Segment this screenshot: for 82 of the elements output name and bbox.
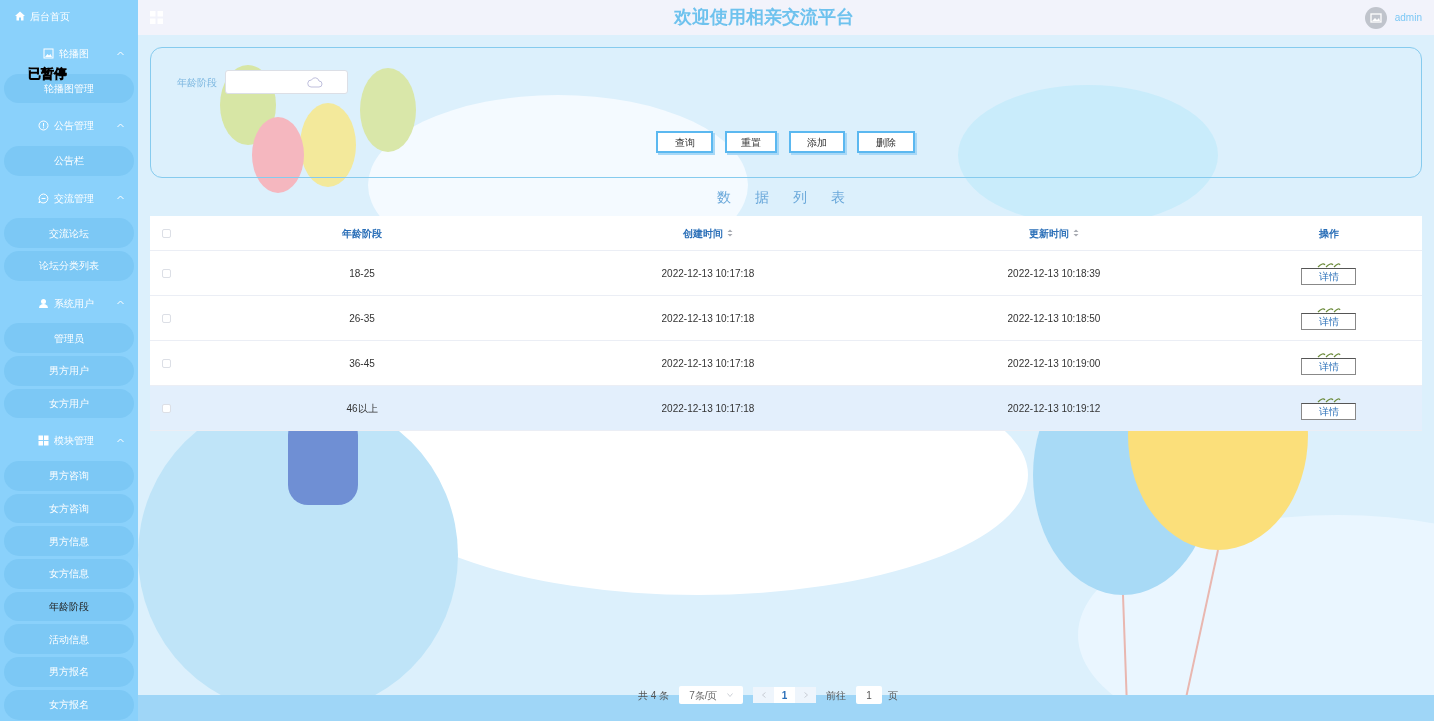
table-cell-text: 2022-12-13 10:17:18	[661, 311, 755, 326]
table-cell-text: 2022-12-13 10:18:39	[1007, 266, 1101, 281]
menu-group[interactable]: 模块管理	[0, 421, 138, 460]
checkbox[interactable]	[161, 228, 171, 238]
avatar-icon[interactable]	[1364, 6, 1387, 29]
action-button[interactable]: 添加	[789, 131, 845, 153]
detail-button[interactable]: 详情	[1301, 403, 1356, 420]
checkbox[interactable]	[161, 313, 171, 323]
sidebar-item[interactable]: 女方报名	[4, 689, 134, 720]
table-cell-text: 18-25	[349, 266, 375, 281]
sidebar-item[interactable]: 男方用户	[4, 356, 134, 386]
sidebar-item[interactable]: 年龄阶段	[4, 591, 134, 622]
user-icon	[38, 297, 49, 309]
vine-icon	[1316, 306, 1341, 313]
sort-icon[interactable]	[1073, 229, 1079, 237]
sidebar-item[interactable]: 公告栏	[4, 146, 134, 176]
sidebar-item[interactable]: 男方报名	[4, 657, 134, 687]
sidebar-item[interactable]: 管理员	[4, 323, 134, 354]
sidebar-item[interactable]: 男方信息	[4, 526, 134, 557]
table-cell-text: 2022-12-13 10:18:50	[1007, 311, 1101, 326]
chevron-down-icon	[727, 693, 734, 697]
prev-page-button[interactable]	[753, 687, 775, 703]
checkbox[interactable]	[161, 358, 171, 368]
list-title: 数 据 列 表	[717, 187, 855, 207]
page-unit: 页	[888, 688, 899, 703]
column-header[interactable]: 操作	[1318, 225, 1339, 241]
sidebar-item[interactable]: 活动信息	[4, 624, 134, 655]
detail-button[interactable]: 详情	[1301, 358, 1356, 375]
column-header[interactable]: 年龄阶段	[342, 225, 382, 241]
checkbox[interactable]	[161, 268, 171, 278]
sidebar-item-label: 后台首页	[30, 9, 70, 24]
column-header[interactable]: 创建时间	[683, 225, 723, 241]
cloud-icon	[307, 76, 323, 88]
table-cell-text: 2022-12-13 10:19:12	[1007, 401, 1101, 416]
sidebar-item[interactable]: 女方咨询	[4, 493, 134, 524]
page-title: 欢迎使用相亲交流平台	[673, 6, 854, 29]
chevron-right-icon	[803, 692, 808, 698]
checkbox[interactable]	[161, 403, 171, 413]
table-cell-text: 2022-12-13 10:17:18	[661, 356, 755, 371]
field-label: 年龄阶段	[177, 75, 217, 90]
grid-icon	[38, 435, 49, 447]
table-cell-text: 46以上	[346, 401, 378, 416]
menu-group[interactable]: 系统用户	[0, 284, 138, 322]
page-size-label: 7条/页	[689, 688, 718, 703]
vine-icon	[1316, 261, 1341, 268]
action-button[interactable]: 查询	[656, 131, 713, 153]
table-cell-text: 2022-12-13 10:17:18	[661, 401, 755, 416]
sidebar-item[interactable]: 后台首页	[0, 0, 138, 33]
action-button[interactable]: 删除	[857, 131, 915, 153]
username[interactable]: admin	[1394, 10, 1422, 25]
menu-group[interactable]: 公告管理	[0, 106, 138, 145]
menu-group[interactable]: 交流管理	[0, 179, 138, 217]
vine-icon	[1316, 351, 1341, 358]
table-cell-text: 2022-12-13 10:19:00	[1007, 356, 1101, 371]
detail-button[interactable]: 详情	[1301, 313, 1356, 330]
sort-icon[interactable]	[727, 229, 733, 237]
total-count: 共 4 条	[638, 688, 670, 703]
table-row[interactable]: 36-45 2022-12-13 10:17:18 2022-12-13 10:19:00 详情	[150, 341, 1422, 386]
page-input[interactable]: 1	[856, 686, 883, 704]
table-row[interactable]: 46以上 2022-12-13 10:17:18 2022-12-13 10:19:12 详情	[150, 386, 1422, 431]
sidebar-item[interactable]: 论坛分类列表	[4, 251, 134, 281]
table-cell-text: 26-35	[349, 311, 375, 326]
next-page-button[interactable]	[795, 687, 817, 703]
goto-label: 前往	[826, 688, 847, 703]
sidebar-item[interactable]: 交流论坛	[4, 218, 134, 249]
vine-icon	[1316, 396, 1341, 403]
home-icon	[15, 11, 25, 22]
image-icon	[43, 47, 54, 59]
sidebar-item[interactable]: 女方信息	[4, 559, 134, 589]
detail-button[interactable]: 详情	[1301, 268, 1356, 285]
chevron-left-icon	[761, 692, 766, 698]
action-button[interactable]: 重置	[725, 131, 777, 153]
table-cell-text: 2022-12-13 10:17:18	[661, 266, 755, 281]
column-header[interactable]: 更新时间	[1029, 225, 1069, 241]
sidebar-item[interactable]: 男方咨询	[4, 461, 134, 491]
page-size-select[interactable]: 7条/页	[679, 686, 744, 704]
table-cell-text: 36-45	[349, 356, 375, 371]
page-number[interactable]: 1	[774, 687, 796, 703]
sidebar-item[interactable]: 女方用户	[4, 388, 134, 419]
chat-icon	[38, 192, 49, 204]
info-icon	[38, 120, 49, 132]
search-field[interactable]	[225, 70, 348, 94]
